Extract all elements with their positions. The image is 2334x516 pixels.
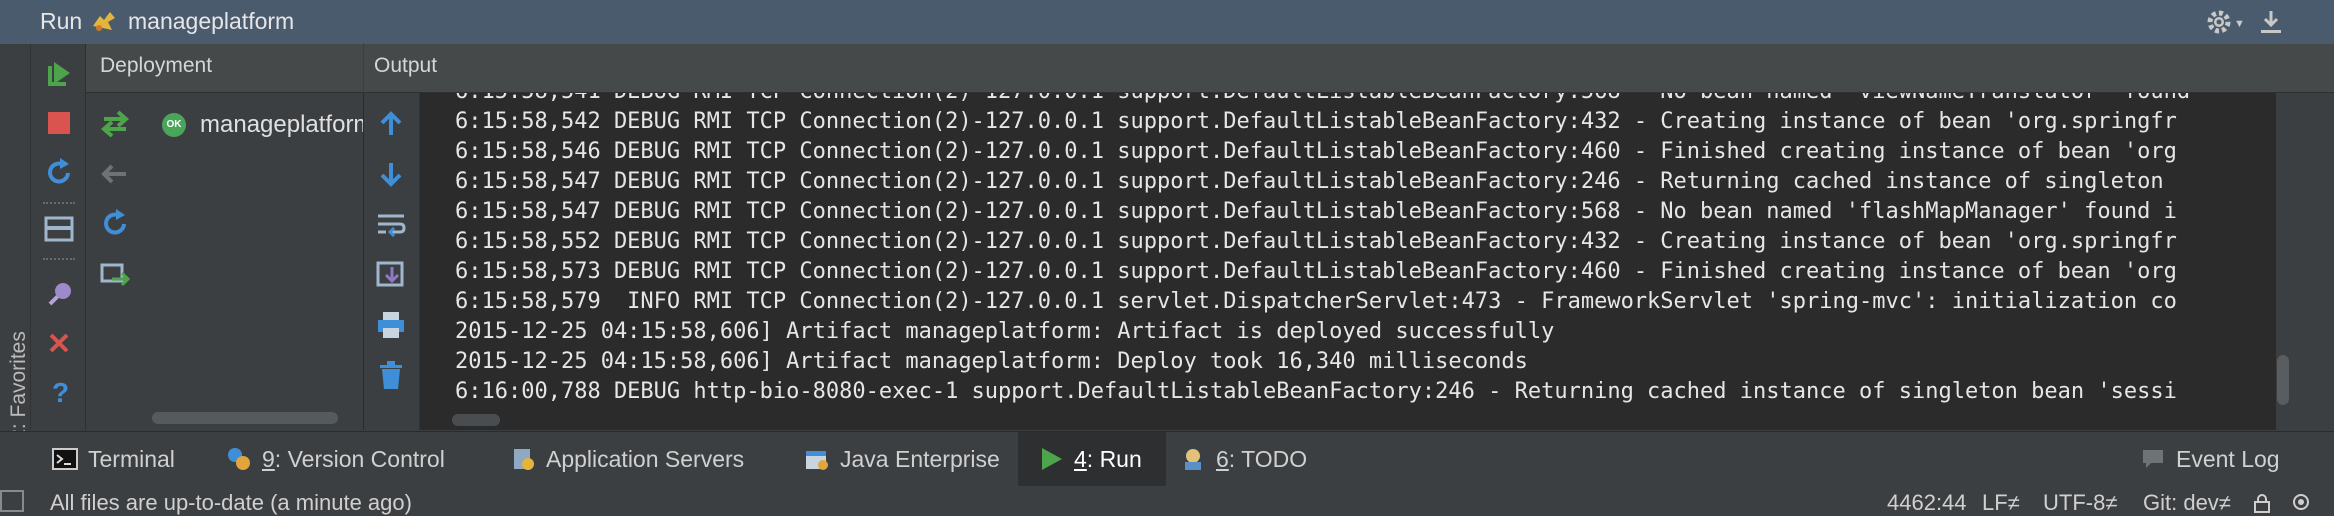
- java-enterprise-icon: [806, 451, 828, 470]
- tab-todo[interactable]: 6: TODO: [1172, 432, 1315, 486]
- favorites-strip: 2: Favorites ★: [0, 44, 31, 453]
- deployment-horizontal-scrollbar[interactable]: [152, 412, 338, 424]
- stop-icon[interactable]: [42, 106, 76, 140]
- console-line: 6:15:58,547 DEBUG RMI TCP Connection(2)-…: [455, 199, 2177, 224]
- rerun-icon[interactable]: [42, 56, 76, 90]
- undeploy-icon[interactable]: [98, 157, 132, 191]
- console-line: 6:15:58,579 INFO RMI TCP Connection(2)-1…: [455, 289, 2177, 314]
- console-line: 2015-12-25 04:15:58,606] Artifact manage…: [455, 349, 1528, 374]
- restart-icon[interactable]: [42, 156, 76, 190]
- output-toolbar: [364, 93, 420, 430]
- console-line: 6:15:58,541 DEBUG RMI TCP Connection(2)-…: [455, 93, 2190, 104]
- output-title: Output: [374, 54, 438, 77]
- chevron-down-icon[interactable]: ▼: [2234, 18, 2245, 30]
- scroll-to-end-icon[interactable]: [374, 259, 408, 291]
- run-icon: [1042, 448, 1062, 470]
- tab-run-label: : Run: [1086, 445, 1142, 472]
- trash-icon[interactable]: [374, 359, 408, 391]
- update-icon[interactable]: [98, 207, 132, 241]
- console-line: 6:15:58,552 DEBUG RMI TCP Connection(2)-…: [455, 229, 2177, 254]
- help-icon[interactable]: ?: [42, 374, 76, 408]
- arrow-up-icon[interactable]: [376, 109, 406, 139]
- application-servers-icon: [514, 449, 534, 470]
- layout-icon[interactable]: [42, 212, 76, 246]
- print-icon[interactable]: [374, 309, 408, 341]
- tab-terminal-label: Terminal: [88, 445, 175, 472]
- run-toolbar: ?: [31, 44, 86, 430]
- vcs-branch-selector[interactable]: Git: dev≠: [2143, 490, 2231, 516]
- pin-tab-icon[interactable]: [42, 278, 76, 312]
- console-line: 6:15:58,542 DEBUG RMI TCP Connection(2)-…: [455, 109, 2177, 134]
- tab-todo-label: : TODO: [1228, 445, 1308, 472]
- console-line: 2015-12-25 04:15:58,606] Artifact manage…: [455, 319, 1555, 344]
- status-ok-icon: OK: [162, 113, 186, 137]
- tab-java-enterprise[interactable]: Java Enterprise: [796, 432, 1008, 486]
- close-icon[interactable]: [42, 326, 76, 360]
- lock-icon[interactable]: [2252, 493, 2272, 513]
- hide-panel-icon[interactable]: [2258, 8, 2284, 36]
- deployment-list: OK manageplatform: [146, 93, 364, 430]
- tab-todo-mnemonic: 6: [1216, 445, 1229, 472]
- console-vertical-scroll-thumb[interactable]: [2277, 355, 2289, 405]
- terminal-icon: [52, 448, 78, 470]
- svg-text:?: ?: [52, 377, 69, 408]
- deployment-panel-header: Deployment: [86, 44, 363, 93]
- console-line: 6:15:58,547 DEBUG RMI TCP Connection(2)-…: [455, 169, 2164, 194]
- artifact-icon[interactable]: [98, 257, 132, 291]
- console-horizontal-scroll-thumb[interactable]: [452, 414, 500, 426]
- deploy-all-icon[interactable]: [98, 107, 132, 141]
- console-output[interactable]: 6:15:58,541 DEBUG RMI TCP Connection(2)-…: [420, 93, 2276, 411]
- tab-event-log-label: Event Log: [2176, 445, 2280, 472]
- run-window-title: Run: [40, 8, 83, 34]
- toolbar-separator: [43, 202, 75, 204]
- soft-wrap-icon[interactable]: [374, 209, 408, 239]
- tab-run[interactable]: 4: Run: [1018, 432, 1166, 486]
- output-panel-header: Output: [364, 44, 2334, 93]
- inspector-icon[interactable]: [2292, 492, 2314, 514]
- tab-application-servers[interactable]: Application Servers: [502, 432, 752, 486]
- version-control-icon: [228, 448, 250, 470]
- caret-position[interactable]: 4462:44: [1887, 490, 1967, 516]
- encoding-selector[interactable]: UTF-8≠: [2043, 490, 2117, 516]
- tool-window-bar: Terminal 9: Version Control Application …: [0, 431, 2334, 487]
- tab-version-control-mnemonic: 9: [262, 445, 275, 472]
- arrow-down-icon[interactable]: [376, 159, 406, 189]
- gear-icon[interactable]: [2205, 8, 2233, 36]
- tab-java-enterprise-label: Java Enterprise: [840, 445, 1000, 472]
- tab-run-mnemonic: 4: [1074, 445, 1087, 472]
- status-message: All files are up-to-date (a minute ago): [50, 490, 412, 515]
- toolbar-separator: [43, 258, 75, 260]
- line-separator-selector[interactable]: LF≠: [1982, 490, 2020, 516]
- deployment-item-name: manageplatform: [200, 111, 364, 138]
- tab-version-control-label: : Version Control: [274, 445, 445, 472]
- tab-event-log[interactable]: Event Log: [2132, 432, 2288, 486]
- run-config-name: manageplatform: [128, 8, 295, 34]
- console-horizontal-scrollbar[interactable]: [420, 411, 2276, 430]
- tab-version-control[interactable]: 9: Version Control: [218, 432, 453, 486]
- console-line: 6:15:58,546 DEBUG RMI TCP Connection(2)-…: [455, 139, 2177, 164]
- event-log-icon: [2143, 450, 2163, 468]
- tab-application-servers-label: Application Servers: [546, 445, 745, 472]
- todo-icon: [1185, 449, 1201, 470]
- console-line: 6:15:58,573 DEBUG RMI TCP Connection(2)-…: [455, 259, 2177, 284]
- deployment-item[interactable]: OK manageplatform: [154, 101, 363, 138]
- deployment-title: Deployment: [100, 54, 213, 77]
- toggle-tool-windows-icon[interactable]: [0, 490, 24, 512]
- tab-terminal[interactable]: Terminal: [44, 432, 183, 486]
- tomcat-config-icon: [93, 12, 115, 31]
- deployment-toolbar: [86, 93, 146, 430]
- run-window-titlebar: Run manageplatform ▼: [0, 0, 2334, 45]
- console-line: 6:16:00,788 DEBUG http-bio-8080-exec-1 s…: [455, 379, 2177, 404]
